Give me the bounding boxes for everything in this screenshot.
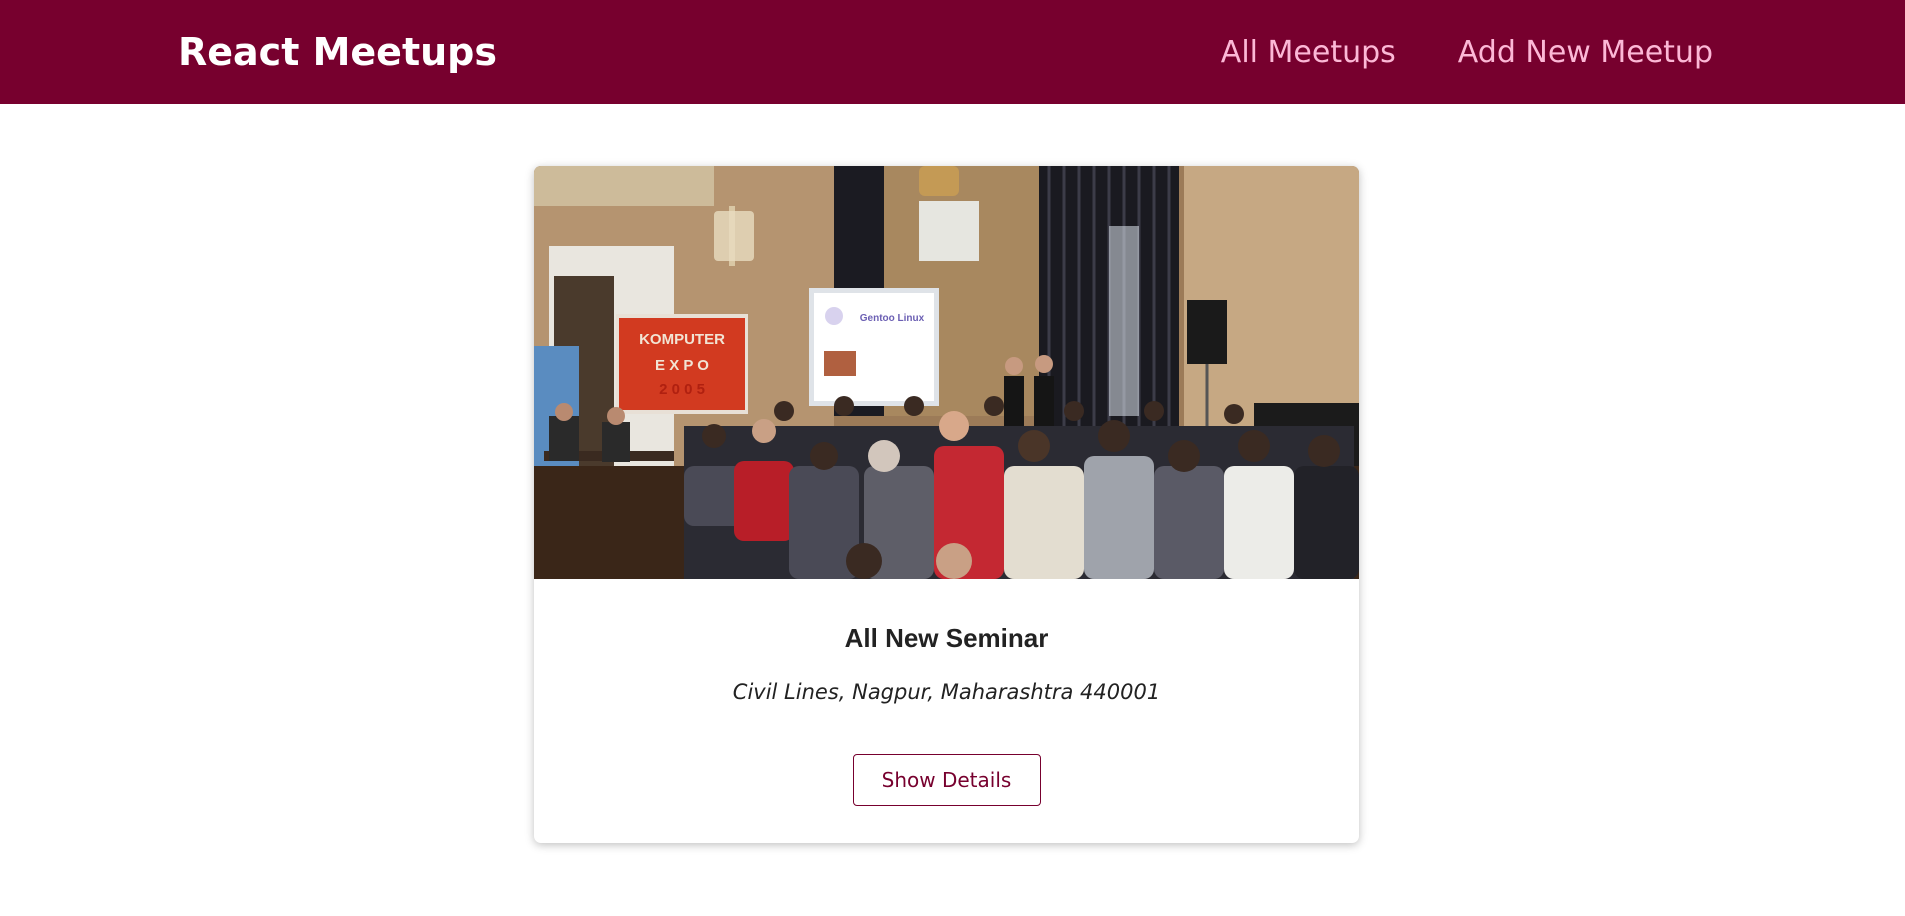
meetup-card-actions: Show Details [534, 754, 1359, 806]
nav-link-add-new-meetup[interactable]: Add New Meetup [1458, 35, 1713, 70]
svg-text:Gentoo Linux: Gentoo Linux [860, 313, 925, 324]
main-nav: All Meetups Add New Meetup [1221, 35, 1713, 70]
show-details-button[interactable]: Show Details [852, 754, 1041, 806]
nav-item-add-new-meetup: Add New Meetup [1458, 35, 1713, 70]
meetup-card: KOMPUTER E X P O 2 0 0 5 Gentoo Linux Al… [534, 166, 1359, 843]
main-header: React Meetups All Meetups Add New Meetup [0, 0, 1905, 104]
site-logo[interactable]: React Meetups [178, 30, 497, 74]
meetup-title: All New Seminar [844, 623, 1049, 653]
nav-item-all-meetups: All Meetups [1221, 35, 1396, 70]
meetup-image: KOMPUTER E X P O 2 0 0 5 Gentoo Linux [534, 166, 1359, 579]
svg-text:KOMPUTER: KOMPUTER [639, 331, 725, 348]
meetup-address: Civil Lines, Nagpur, Maharashtra 440001 [732, 680, 1161, 704]
svg-text:E X P O: E X P O [655, 357, 709, 374]
meetup-photo-illustration: KOMPUTER E X P O 2 0 0 5 Gentoo Linux [534, 166, 1359, 579]
nav-link-all-meetups[interactable]: All Meetups [1221, 35, 1396, 70]
svg-text:2 0 0 5: 2 0 0 5 [659, 381, 705, 398]
nav-list: All Meetups Add New Meetup [1221, 35, 1713, 70]
meetup-card-content: All New Seminar Civil Lines, Nagpur, Mah… [534, 579, 1359, 704]
